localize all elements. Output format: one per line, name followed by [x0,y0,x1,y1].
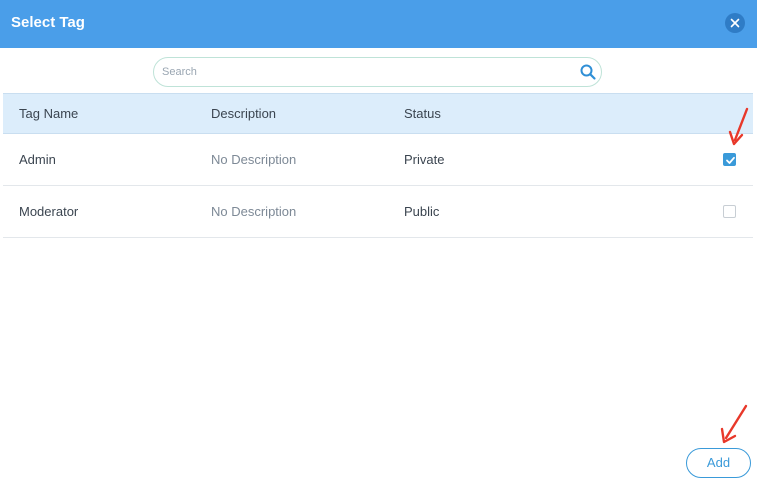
status-cell: Private [404,152,445,167]
column-header-status: Status [404,106,441,121]
search-box [153,57,602,87]
search-icon[interactable] [579,63,597,81]
tag-name-cell: Admin [19,152,56,167]
description-cell: No Description [211,152,297,167]
column-header-description: Description [211,106,277,121]
dialog-title: Select Tag [11,14,85,31]
row-select-checkbox[interactable] [723,205,736,218]
row-select-checkbox[interactable] [723,153,736,166]
dialog-header: Select Tag [0,0,757,48]
add-button[interactable]: Add [686,448,751,478]
table-header: Tag Name Description Status [3,93,753,134]
description-cell: No Description [211,204,297,219]
table-row[interactable]: Moderator No Description Public [3,186,753,238]
annotation-arrow-icon [720,404,748,444]
status-cell: Public [404,204,440,219]
tags-table: Tag Name Description Status Admin No Des… [3,93,753,238]
table-row[interactable]: Admin No Description Private [3,134,753,186]
select-tag-dialog: Select Tag Tag Name Description Status A… [0,0,757,484]
close-button[interactable] [725,13,745,33]
column-header-tag-name: Tag Name [19,106,79,121]
close-icon [730,18,740,28]
checkmark-icon [726,156,735,164]
tag-name-cell: Moderator [19,204,79,219]
search-input[interactable] [162,62,562,82]
